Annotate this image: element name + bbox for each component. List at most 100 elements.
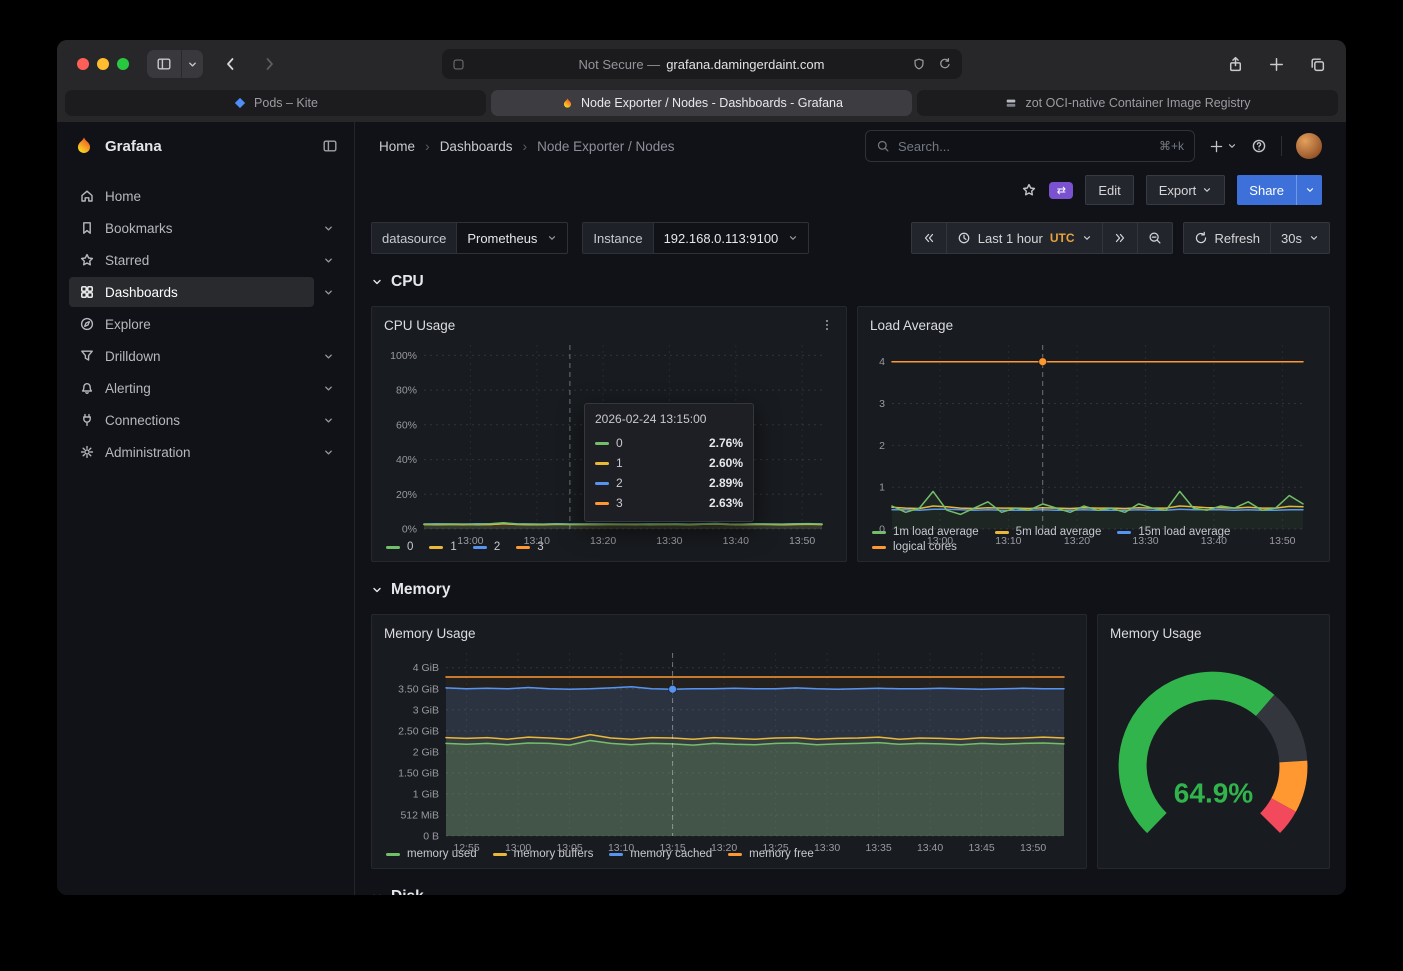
minimize-window-button[interactable]	[97, 58, 109, 70]
sidebar-item-home[interactable]: Home	[69, 181, 342, 211]
panel-menu-icon[interactable]	[820, 318, 834, 332]
tab-bar: Pods – Kite Node Exporter / Nodes - Dashb…	[57, 88, 1346, 122]
help-icon[interactable]	[1251, 138, 1267, 154]
browser-tab[interactable]: Node Exporter / Nodes - Dashboards - Gra…	[491, 90, 912, 116]
chevron-down-icon[interactable]	[181, 50, 203, 78]
breadcrumb-item[interactable]: Dashboards	[440, 139, 513, 154]
memory-usage-chart[interactable]: 0 B512 MiB1 GiB1.50 GiB2 GiB2.50 GiB3 Gi…	[384, 645, 1074, 844]
breadcrumb-item[interactable]: Home	[379, 139, 415, 154]
sidebar-item-label: Administration	[105, 445, 191, 460]
new-menu-button[interactable]	[1209, 139, 1237, 154]
time-range-picker[interactable]: Last 1 hour UTC	[947, 222, 1103, 254]
zoom-window-button[interactable]	[117, 58, 129, 70]
browser-tab[interactable]: Pods – Kite	[65, 90, 486, 116]
export-button[interactable]: Export	[1146, 175, 1226, 205]
chevron-down-icon[interactable]	[314, 255, 342, 266]
new-tab-icon[interactable]	[1268, 56, 1285, 73]
sidebar-item-dashboards[interactable]: Dashboards	[69, 277, 314, 307]
sidebar-item-explore[interactable]: Explore	[69, 309, 342, 339]
dashboard-actions: ⇄ Edit Export Share	[355, 170, 1346, 210]
bell-icon	[79, 380, 95, 396]
section-cpu[interactable]: CPU	[371, 268, 1330, 296]
time-shift-forward-button[interactable]	[1103, 222, 1138, 254]
breadcrumb-item[interactable]: Node Exporter / Nodes	[537, 139, 674, 154]
chevron-down-icon[interactable]	[314, 223, 342, 234]
close-window-button[interactable]	[77, 58, 89, 70]
tab-favicon	[1004, 96, 1018, 110]
chevron-down-icon[interactable]	[314, 287, 342, 298]
privacy-shield-icon[interactable]	[912, 57, 926, 71]
browser-tab[interactable]: zot OCI-native Container Image Registry	[917, 90, 1338, 116]
refresh-button[interactable]: Refresh	[1183, 222, 1272, 254]
forward-button[interactable]	[261, 56, 277, 72]
svg-text:13:50: 13:50	[1020, 842, 1046, 854]
section-disk[interactable]: Disk	[371, 883, 1330, 895]
instance-variable: Instance 192.168.0.113:9100	[582, 222, 809, 254]
edit-button[interactable]: Edit	[1085, 175, 1133, 205]
svg-text:64.9%: 64.9%	[1174, 778, 1253, 809]
sidebar-item-bookmarks[interactable]: Bookmarks	[69, 213, 314, 243]
sidebar-item-label: Starred	[105, 253, 149, 268]
chevron-down-icon[interactable]	[314, 447, 342, 458]
sidebar-item-connections[interactable]: Connections	[69, 405, 314, 435]
nav-row: Alerting	[69, 372, 342, 404]
sidebar-item-drilldown[interactable]: Drilldown	[69, 341, 314, 371]
sidebar-item-label: Explore	[105, 317, 151, 332]
share-button-group: Share	[1237, 175, 1322, 205]
svg-text:0: 0	[879, 524, 885, 536]
page-settings-icon[interactable]	[452, 58, 465, 71]
time-shift-back-button[interactable]	[911, 222, 947, 254]
window-controls	[77, 58, 129, 70]
avatar[interactable]	[1296, 133, 1322, 159]
zoom-out-time-button[interactable]	[1138, 222, 1173, 254]
chevron-down-icon[interactable]	[314, 415, 342, 426]
plug-icon	[79, 412, 95, 428]
sidebar-toggle[interactable]	[147, 50, 203, 78]
star-dashboard-icon[interactable]	[1021, 182, 1037, 198]
tooltip-row: 32.63%	[595, 493, 743, 513]
datasource-variable: datasource Prometheus	[371, 222, 568, 254]
address-bar[interactable]: Not Secure — grafana.damingerdaint.com	[442, 49, 962, 79]
sidebar-item-starred[interactable]: Starred	[69, 245, 314, 275]
refresh-interval-select[interactable]: 30s	[1271, 222, 1330, 254]
dock-nav-icon[interactable]	[322, 138, 338, 154]
share-icon[interactable]	[1227, 56, 1244, 73]
memory-row: Memory Usage 0 B512 MiB1 GiB1.50 GiB2 Gi…	[371, 614, 1330, 869]
back-button[interactable]	[223, 56, 239, 72]
svg-text:13:40: 13:40	[723, 535, 749, 547]
refresh-group: Refresh 30s	[1183, 222, 1331, 254]
share-options-button[interactable]	[1296, 175, 1322, 205]
variable-controls: datasource Prometheus Instance 192.168.0…	[371, 222, 809, 254]
breadcrumb-separator: ›	[522, 138, 527, 154]
instance-select[interactable]: 192.168.0.113:9100	[654, 223, 809, 253]
sidebar-item-alerting[interactable]: Alerting	[69, 373, 314, 403]
grafana-logo-icon[interactable]	[73, 135, 95, 157]
svg-text:13:05: 13:05	[556, 842, 582, 854]
section-memory[interactable]: Memory	[371, 576, 1330, 604]
reload-icon[interactable]	[938, 57, 952, 71]
dashboard-insights-icon[interactable]: ⇄	[1049, 182, 1073, 199]
svg-text:2: 2	[879, 440, 885, 452]
svg-text:13:00: 13:00	[927, 535, 953, 547]
panel-title: Load Average	[870, 318, 953, 333]
svg-text:100%: 100%	[390, 350, 417, 362]
nav-header: Grafana	[57, 122, 354, 170]
load-average-chart[interactable]: 0123413:0013:1013:2013:3013:4013:50	[870, 337, 1317, 522]
chevron-down-icon[interactable]	[314, 351, 342, 362]
share-button[interactable]: Share	[1237, 175, 1296, 205]
home-icon	[79, 188, 95, 204]
svg-text:13:20: 13:20	[1064, 535, 1090, 547]
memory-usage-gauge[interactable]: 64.9%	[1110, 645, 1317, 860]
tab-label: zot OCI-native Container Image Registry	[1025, 96, 1250, 110]
search-box[interactable]: ⌘+k	[865, 130, 1195, 162]
svg-text:13:00: 13:00	[505, 842, 531, 854]
sidebar-item-administration[interactable]: Administration	[69, 437, 314, 467]
nav-row: Administration	[69, 436, 342, 468]
chevron-down-icon[interactable]	[314, 383, 342, 394]
nav-row: Drilldown	[69, 340, 342, 372]
tab-label: Pods – Kite	[254, 96, 318, 110]
datasource-select[interactable]: Prometheus	[457, 223, 567, 253]
tab-overview-icon[interactable]	[1309, 56, 1326, 73]
time-range-group: Last 1 hour UTC	[911, 222, 1173, 254]
search-input[interactable]	[898, 139, 1151, 154]
